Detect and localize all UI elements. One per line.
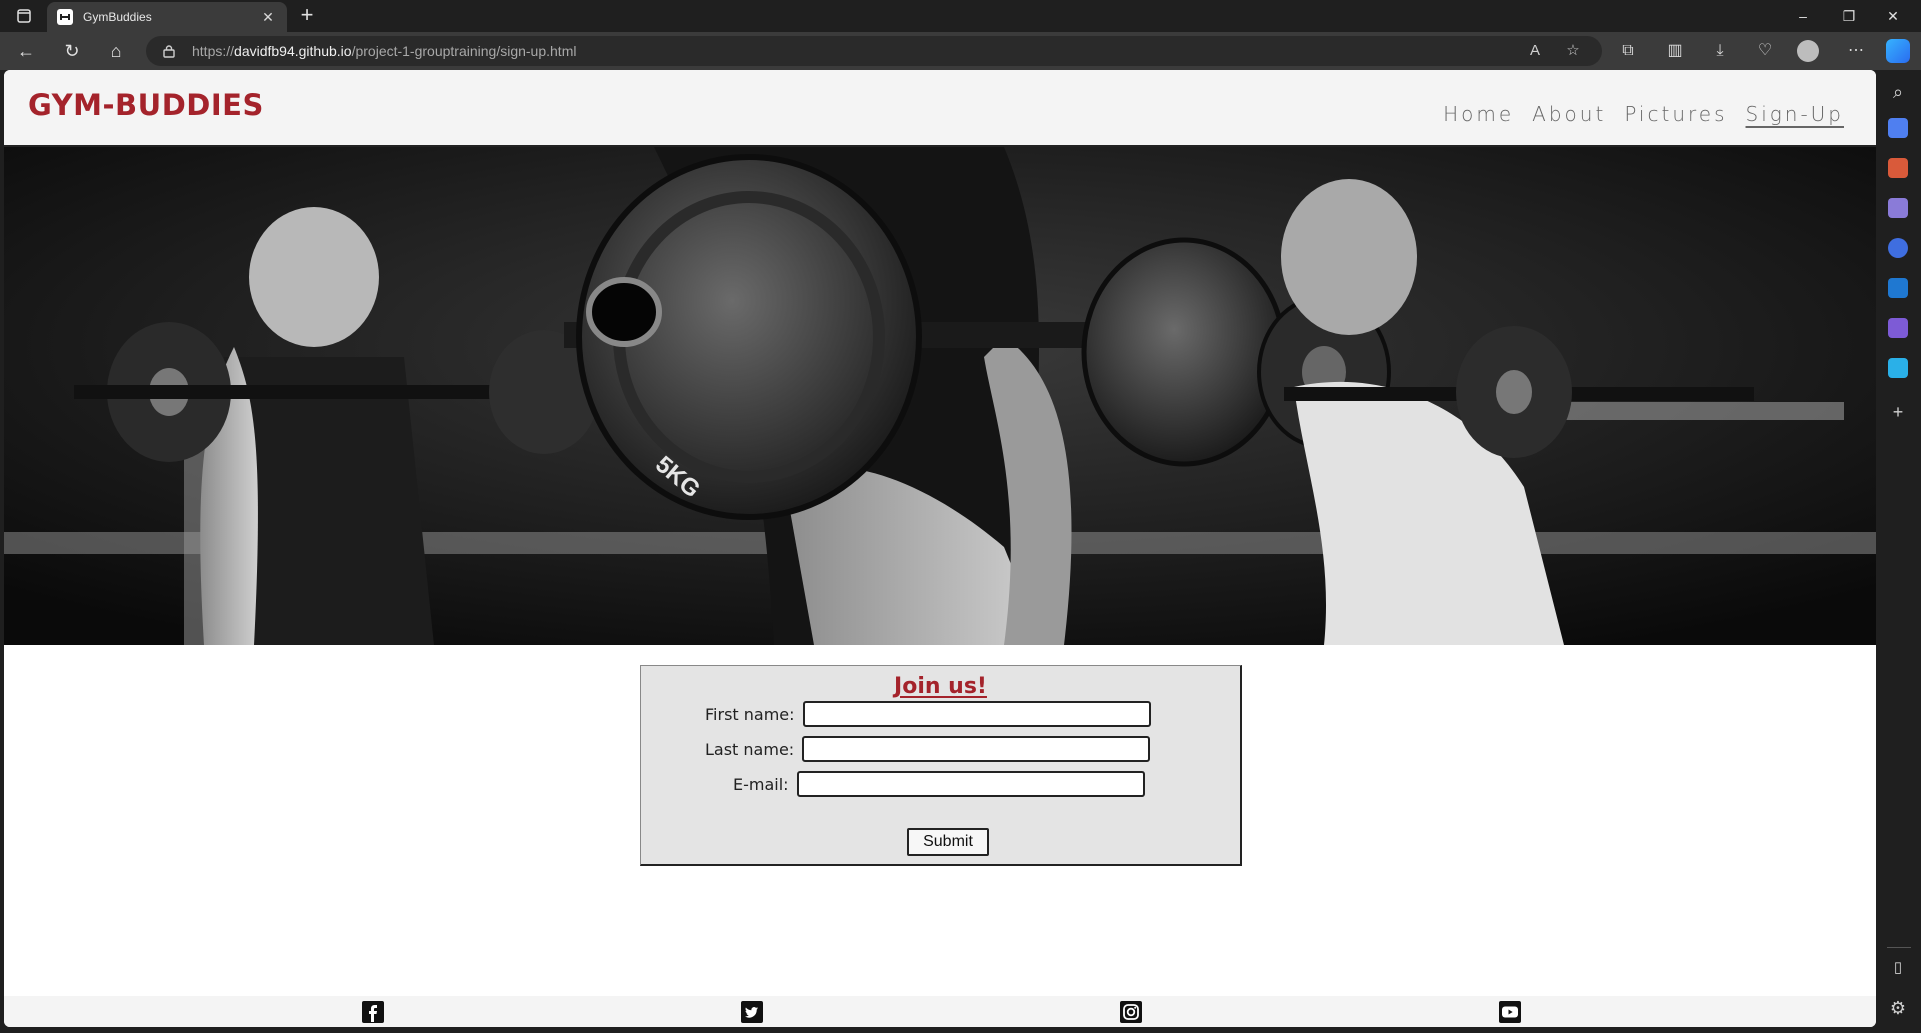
site-favicon-icon	[57, 9, 73, 25]
browser-tab-bar: GymBuddies ✕ + – ❐ ✕	[0, 0, 1921, 32]
new-tab-icon[interactable]: +	[295, 4, 319, 28]
favorite-star-icon[interactable]: ☆	[1562, 41, 1584, 61]
url-host: davidfb94.github.io	[234, 43, 352, 59]
email-row: E-mail:	[733, 771, 1145, 797]
nav-home[interactable]: Home	[1443, 102, 1514, 126]
add-sidebar-app-icon[interactable]: +	[1886, 400, 1910, 424]
microsoft-365-icon[interactable]	[1888, 238, 1908, 258]
shopping-tag-icon[interactable]	[1888, 118, 1908, 138]
more-menu-icon[interactable]: ⋯	[1845, 41, 1867, 61]
first-name-field[interactable]	[802, 701, 1151, 727]
sidebar-divider	[1887, 947, 1911, 948]
facebook-icon[interactable]	[361, 1000, 385, 1024]
close-tab-icon[interactable]: ✕	[259, 9, 277, 26]
restore-icon[interactable]: ❐	[1834, 6, 1864, 26]
site-footer	[4, 996, 1876, 1027]
browser-toolbar: ← ↻ ⌂ https://davidfb94.github.io/projec…	[0, 32, 1921, 70]
browser-tab[interactable]: GymBuddies ✕	[47, 2, 287, 32]
last-name-row: Last name:	[705, 736, 1151, 762]
main-nav: Home About Pictures Sign-Up	[1443, 102, 1844, 126]
browser-essentials-icon[interactable]: ♡	[1754, 41, 1776, 61]
edge-sidebar: ⌕ + ▯ ⚙	[1877, 70, 1921, 1033]
profile-avatar[interactable]	[1797, 40, 1819, 62]
drop-icon[interactable]	[1888, 358, 1908, 378]
url-path: /project-1-grouptraining/sign-up.html	[351, 43, 577, 59]
hero-image: 5KG	[4, 145, 1876, 645]
tab-actions-icon[interactable]	[12, 6, 36, 26]
nav-about[interactable]: About	[1532, 102, 1606, 126]
extensions-icon[interactable]: ⧉	[1617, 41, 1639, 61]
nav-pictures[interactable]: Pictures	[1624, 102, 1727, 126]
email-label: E-mail:	[733, 774, 789, 794]
sign-up-section: Join us! First name: Last name: E-mail: …	[4, 645, 1876, 997]
first-name-row: First name:	[705, 701, 1151, 727]
refresh-icon[interactable]: ↻	[60, 40, 84, 62]
submit-button[interactable]: Submit	[907, 828, 989, 856]
sign-up-form: Join us! First name: Last name: E-mail: …	[640, 665, 1242, 866]
email-field[interactable]	[796, 771, 1145, 797]
hide-sidebar-icon[interactable]: ▯	[1886, 956, 1910, 980]
designer-icon[interactable]	[1888, 318, 1908, 338]
read-aloud-icon[interactable]: A	[1524, 41, 1546, 61]
games-icon[interactable]	[1888, 198, 1908, 218]
site-header: GYM-BUDDIES Home About Pictures Sign-Up	[4, 70, 1876, 145]
last-name-label: Last name:	[705, 739, 795, 759]
site-logo[interactable]: GYM-BUDDIES	[28, 88, 264, 122]
sidebar-settings-icon[interactable]: ⚙	[1886, 996, 1910, 1020]
copilot-icon[interactable]	[1886, 39, 1910, 63]
minimize-icon[interactable]: –	[1788, 6, 1818, 26]
url-scheme: https://	[192, 43, 235, 59]
split-screen-icon[interactable]: ▥	[1664, 41, 1686, 61]
instagram-icon[interactable]	[1119, 1000, 1143, 1024]
downloads-icon[interactable]: ⤓	[1709, 41, 1731, 61]
lock-icon	[163, 45, 175, 58]
back-icon[interactable]: ←	[14, 40, 38, 62]
first-name-label: First name:	[705, 704, 795, 724]
nav-sign-up[interactable]: Sign-Up	[1746, 102, 1844, 126]
tools-icon[interactable]	[1888, 158, 1908, 178]
page-viewport: GYM-BUDDIES Home About Pictures Sign-Up	[4, 70, 1876, 1027]
close-window-icon[interactable]: ✕	[1878, 6, 1908, 26]
search-icon[interactable]: ⌕	[1886, 80, 1910, 104]
tab-title: GymBuddies	[83, 10, 152, 24]
youtube-icon[interactable]	[1498, 1000, 1522, 1024]
last-name-field[interactable]	[802, 736, 1151, 762]
home-icon[interactable]: ⌂	[104, 40, 128, 62]
twitter-icon[interactable]	[740, 1000, 764, 1024]
hero-photo: 5KG	[4, 147, 1876, 645]
outlook-icon[interactable]	[1888, 278, 1908, 298]
address-bar[interactable]: https://davidfb94.github.io/project-1-gr…	[146, 36, 1602, 66]
form-title: Join us!	[894, 674, 987, 699]
